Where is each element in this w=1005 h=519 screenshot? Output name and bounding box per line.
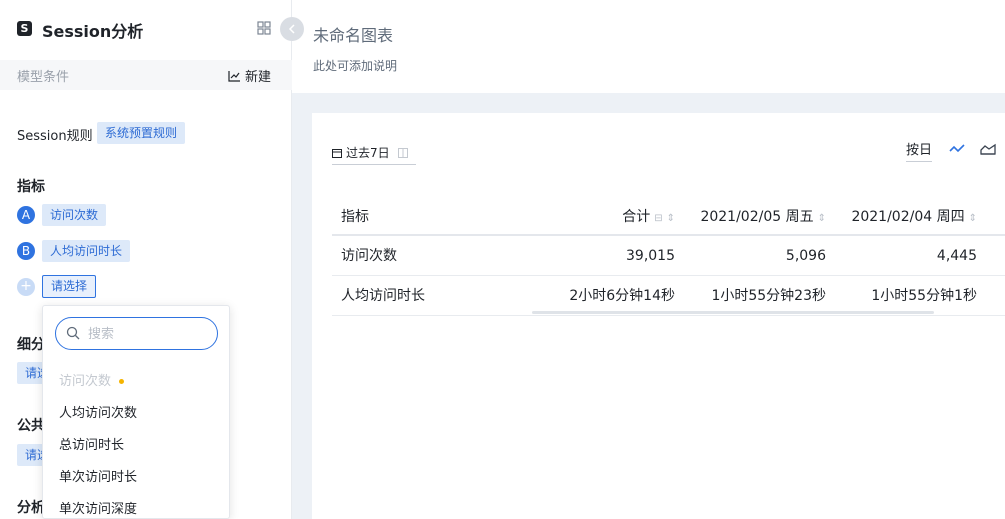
metrics-title: 指标 <box>17 179 45 195</box>
session-logo-icon: S <box>17 21 32 36</box>
header-date-1-label: 2021/02/05 周五 <box>700 209 814 225</box>
common-filter-title: 公共 <box>17 418 45 434</box>
row-metric: 访问次数 <box>341 248 397 264</box>
sort-icon[interactable]: ⇕ <box>969 213 977 224</box>
date-range-label: 过去7日 <box>346 146 390 160</box>
dropdown-item-per-visit-duration[interactable]: 单次访问时长 <box>59 466 137 485</box>
date-range-picker[interactable]: 过去7日 <box>332 141 416 165</box>
metric-b-tag[interactable]: 人均访问时长 <box>42 240 131 262</box>
collapse-icon[interactable]: ⊟ <box>654 213 662 224</box>
dropdown-item-avg-visits[interactable]: 人均访问次数 <box>59 402 137 421</box>
chevron-left-icon <box>288 24 295 34</box>
row-date-1: 5,096 <box>785 248 826 264</box>
new-chart-icon <box>228 70 240 82</box>
row-total: 39,015 <box>626 248 675 264</box>
metric-a-badge: A <box>17 206 35 224</box>
table-header-row: 指标 合计 ⊟ ⇕ 2021/02/05 周五 ⇕ 2021/02/04 周四 ⇕ <box>332 197 1005 236</box>
table-row: 人均访问时长 2小时6分钟14秒 1小时55分钟23秒 1小时55分钟1秒 <box>332 276 1005 316</box>
table-row: 访问次数 39,015 5,096 4,445 <box>332 236 1005 276</box>
data-table: 指标 合计 ⊟ ⇕ 2021/02/05 周五 ⇕ 2021/02/04 周四 ⇕ 访问… <box>332 197 1005 316</box>
header-date-2[interactable]: 2021/02/04 周四 ⇕ <box>851 197 977 237</box>
header-total-label: 合计 <box>622 209 651 225</box>
chart-description[interactable]: 此处可添加说明 <box>313 57 397 74</box>
add-metric-icon[interactable]: + <box>17 278 35 296</box>
search-icon <box>66 326 80 340</box>
session-rule-tag[interactable]: 系统预置规则 <box>97 122 186 144</box>
row-date-1: 1小时55分钟23秒 <box>711 288 826 304</box>
metric-b-badge: B <box>17 242 35 260</box>
new-button-label: 新建 <box>245 70 272 85</box>
metric-a-tag[interactable]: 访问次数 <box>42 204 107 226</box>
breakdown-title: 细分 <box>17 337 45 353</box>
area-chart-icon[interactable] <box>980 142 996 156</box>
sidebar-title: Session分析 <box>42 22 144 41</box>
session-rule-label: Session规则 <box>17 129 93 144</box>
dropdown-item-per-visit-depth[interactable]: 单次访问深度 <box>59 498 137 517</box>
header-date-2-label: 2021/02/04 周四 <box>851 209 965 225</box>
sort-icon[interactable]: ⇕ <box>667 213 675 224</box>
dropdown-item-label: 访问次数 <box>59 374 112 389</box>
dropdown-search[interactable] <box>55 317 218 350</box>
row-date-2: 1小时55分钟1秒 <box>871 288 977 304</box>
granularity-select[interactable]: 按日 <box>906 139 933 162</box>
chart-card: 过去7日 按日 指标 合计 ⊟ ⇕ 2021/02/05 周五 ⇕ 2021/0… <box>312 113 1005 519</box>
chart-title[interactable]: 未命名图表 <box>313 22 393 46</box>
collapse-sidebar-button[interactable] <box>280 17 304 41</box>
header-date-1[interactable]: 2021/02/05 周五 ⇕ <box>700 197 826 237</box>
metric-dropdown: 访问次数 人均访问次数 总访问时长 单次访问时长 单次访问深度 <box>42 305 230 519</box>
line-chart-icon[interactable] <box>949 142 965 156</box>
dropdown-item-visits: 访问次数 <box>59 370 125 389</box>
header-total[interactable]: 合计 ⊟ ⇕ <box>622 197 675 237</box>
row-total: 2小时6分钟14秒 <box>569 288 675 304</box>
search-input[interactable] <box>88 324 208 344</box>
horizontal-scrollbar[interactable] <box>532 311 934 314</box>
app-root: S Session分析 模型条件 新建 Session规则 系统预置规则 指标 … <box>0 0 1005 519</box>
dropdown-item-total-duration[interactable]: 总访问时长 <box>59 434 124 453</box>
row-date-2: 4,445 <box>936 248 977 264</box>
row-metric: 人均访问时长 <box>341 288 425 304</box>
main-area: 未命名图表 此处可添加说明 过去7日 按日 指标 合计 ⊟ ⇕ 2021/02/… <box>292 0 1005 519</box>
calendar-icon <box>332 148 342 158</box>
compare-icon <box>397 147 408 158</box>
metric-select[interactable]: 请选择 <box>42 275 97 298</box>
sidebar-header: S Session分析 <box>0 0 292 60</box>
grid-icon[interactable] <box>257 21 271 35</box>
new-button[interactable]: 新建 <box>228 66 271 85</box>
header-metric: 指标 <box>341 209 369 225</box>
model-conditions-label: 模型条件 <box>17 70 70 85</box>
sort-icon[interactable]: ⇕ <box>818 213 826 224</box>
analysis-title: 分析 <box>17 500 45 516</box>
selected-dot-icon <box>119 379 125 384</box>
